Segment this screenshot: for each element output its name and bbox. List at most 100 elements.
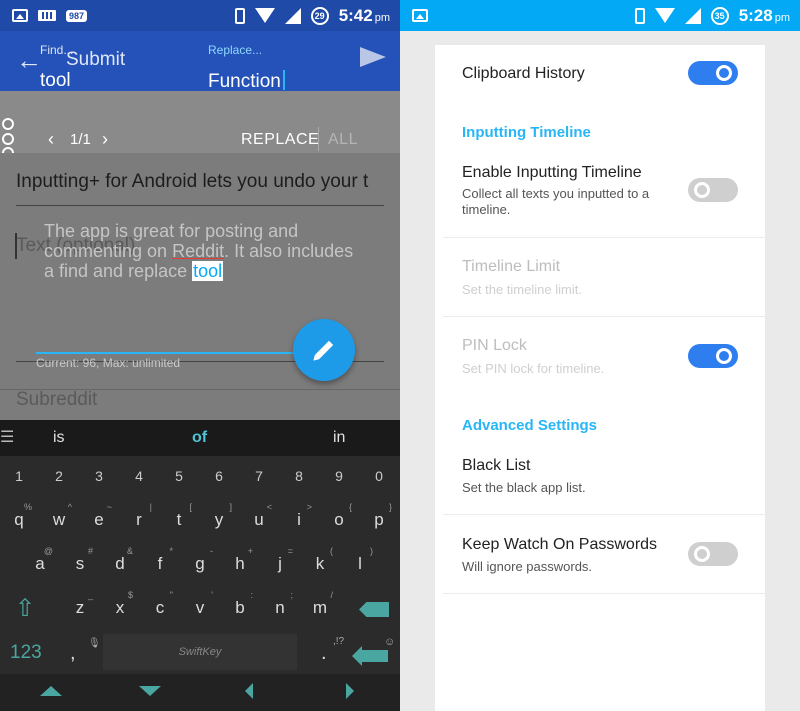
key-x[interactable]: $ x	[102, 590, 138, 626]
replace-input[interactable]: Function	[208, 70, 285, 93]
key-4[interactable]: 4	[121, 458, 157, 494]
key-g[interactable]: -g	[182, 546, 218, 582]
key-label: e	[94, 510, 104, 529]
find-input[interactable]: tool	[40, 70, 71, 92]
previous-match-icon[interactable]: ‹	[48, 129, 54, 150]
comma-key[interactable]: ,	[70, 642, 76, 665]
battery-icon: 29	[310, 6, 329, 25]
key-c[interactable]: " c	[142, 590, 178, 626]
setting-pin-lock[interactable]: PIN Lock Set PIN lock for timeline.	[435, 317, 765, 397]
setting-black-list[interactable]: Black List Set the black app list.	[435, 445, 765, 514]
key-p[interactable]: } p	[361, 502, 397, 538]
status-bar: 35 5:28 pm	[400, 0, 800, 31]
key-label: y	[214, 510, 224, 529]
key-f[interactable]: * f	[142, 546, 178, 582]
key-w[interactable]: ^ w	[41, 502, 77, 538]
key-r[interactable]: | r	[121, 502, 157, 538]
key-z[interactable]: _ z	[62, 590, 98, 626]
emoji-icon[interactable]: ☺	[384, 636, 395, 648]
key-h[interactable]: + h	[222, 546, 258, 582]
key-m[interactable]: / m	[302, 590, 338, 626]
key-j[interactable]: = j	[262, 546, 298, 582]
setting-keep-watch-passwords[interactable]: Keep Watch On Passwords Will ignore pass…	[435, 515, 765, 593]
edit-fab-button[interactable]	[293, 319, 355, 381]
key-0[interactable]: 0	[361, 458, 397, 494]
enable-timeline-toggle[interactable]	[688, 178, 738, 202]
replace-button[interactable]: REPLACE	[241, 131, 319, 149]
find-replace-screen: 987 29 5:42 pm ← Find... Submit tool Repl…	[0, 0, 400, 711]
period-key[interactable]: .	[321, 642, 327, 665]
send-icon[interactable]	[360, 47, 386, 67]
key-u[interactable]: < u	[241, 502, 277, 538]
key-label: h	[235, 554, 245, 573]
key-1[interactable]: 1	[1, 458, 37, 494]
key-9[interactable]: 9	[321, 458, 357, 494]
key-6[interactable]: 6	[201, 458, 237, 494]
key-alt-symbol: =	[287, 546, 293, 556]
key-row-2: @ a # s & d * f - g + h = j(k) l	[0, 546, 400, 586]
backspace-key[interactable]	[359, 602, 389, 617]
drag-handle[interactable]	[2, 133, 14, 145]
clipboard-history-toggle[interactable]	[688, 61, 738, 85]
keyboard-notification-icon	[38, 10, 56, 21]
key-e[interactable]: ~ e	[81, 502, 117, 538]
status-ampm: pm	[374, 11, 390, 24]
key-5[interactable]: 5	[161, 458, 197, 494]
replace-all-button[interactable]: ALL	[328, 131, 358, 149]
key-alt-symbol: @	[43, 546, 53, 556]
key-d[interactable]: & d	[102, 546, 138, 582]
space-bar[interactable]: SwiftKey	[103, 634, 297, 670]
number-row: 1234567890	[0, 458, 400, 498]
key-k[interactable]: (k	[302, 546, 338, 582]
key-2[interactable]: 2	[41, 458, 77, 494]
setting-enable-timeline[interactable]: Enable Inputting Timeline Collect all te…	[435, 155, 765, 237]
post-body-text[interactable]: The app is great for posting and comment…	[44, 221, 364, 281]
pin-lock-toggle[interactable]	[688, 344, 738, 368]
next-match-icon[interactable]: ›	[102, 129, 108, 150]
suggestion-left[interactable]: is	[53, 429, 65, 447]
arrow-down-icon[interactable]	[139, 686, 161, 696]
numbers-key[interactable]: 123	[10, 642, 42, 664]
text-caret	[282, 70, 285, 90]
menu-icon[interactable]: ☰	[0, 427, 14, 447]
arrow-up-icon[interactable]	[40, 686, 62, 696]
microphone-icon[interactable]: 🎙	[88, 638, 101, 649]
key-i[interactable]: > i	[281, 502, 317, 538]
suggestion-center[interactable]: of	[192, 429, 207, 447]
key-a[interactable]: @ a	[22, 546, 58, 582]
key-v[interactable]: ' v	[182, 590, 218, 626]
key-b[interactable]: :b	[222, 590, 258, 626]
key-3[interactable]: 3	[81, 458, 117, 494]
key-alt-symbol: |	[149, 502, 152, 512]
back-arrow-icon[interactable]: ←	[16, 45, 42, 76]
key-t[interactable]: [t	[161, 502, 197, 538]
key-l[interactable]: ) l	[342, 546, 378, 582]
character-counter: Current: 96, Max: unlimited	[36, 356, 181, 370]
key-8[interactable]: 8	[281, 458, 317, 494]
divider	[443, 593, 765, 594]
punctuation-alt: ,!?	[333, 636, 345, 647]
arrow-left-icon[interactable]	[245, 683, 253, 699]
setting-timeline-limit[interactable]: Timeline Limit Set the timeline limit.	[435, 238, 765, 316]
keep-watch-toggle[interactable]	[688, 542, 738, 566]
setting-subtitle: Set the timeline limit.	[462, 282, 582, 297]
subreddit-input[interactable]: Subreddit	[16, 389, 97, 411]
key-y[interactable]: ] y	[201, 502, 237, 538]
toggle-knob	[716, 348, 732, 364]
key-o[interactable]: {o	[321, 502, 357, 538]
key-n[interactable]: ; n	[262, 590, 298, 626]
suggestion-right[interactable]: in	[333, 429, 345, 447]
key-q[interactable]: % q	[1, 502, 37, 538]
enter-key[interactable]	[352, 646, 388, 666]
submit-button[interactable]: Submit	[66, 49, 125, 71]
setting-clipboard-history[interactable]: Clipboard History	[435, 45, 765, 118]
key-alt-symbol: ]	[229, 502, 232, 512]
button-divider	[318, 127, 319, 151]
drag-handle[interactable]	[2, 118, 14, 130]
post-title-input[interactable]: Inputting+ for Android lets you undo you…	[16, 171, 386, 193]
arrow-right-icon[interactable]	[346, 683, 354, 699]
replace-label: Replace...	[208, 43, 263, 57]
key-7[interactable]: 7	[241, 458, 277, 494]
shift-key[interactable]: ⇧	[7, 590, 43, 626]
key-s[interactable]: # s	[62, 546, 98, 582]
